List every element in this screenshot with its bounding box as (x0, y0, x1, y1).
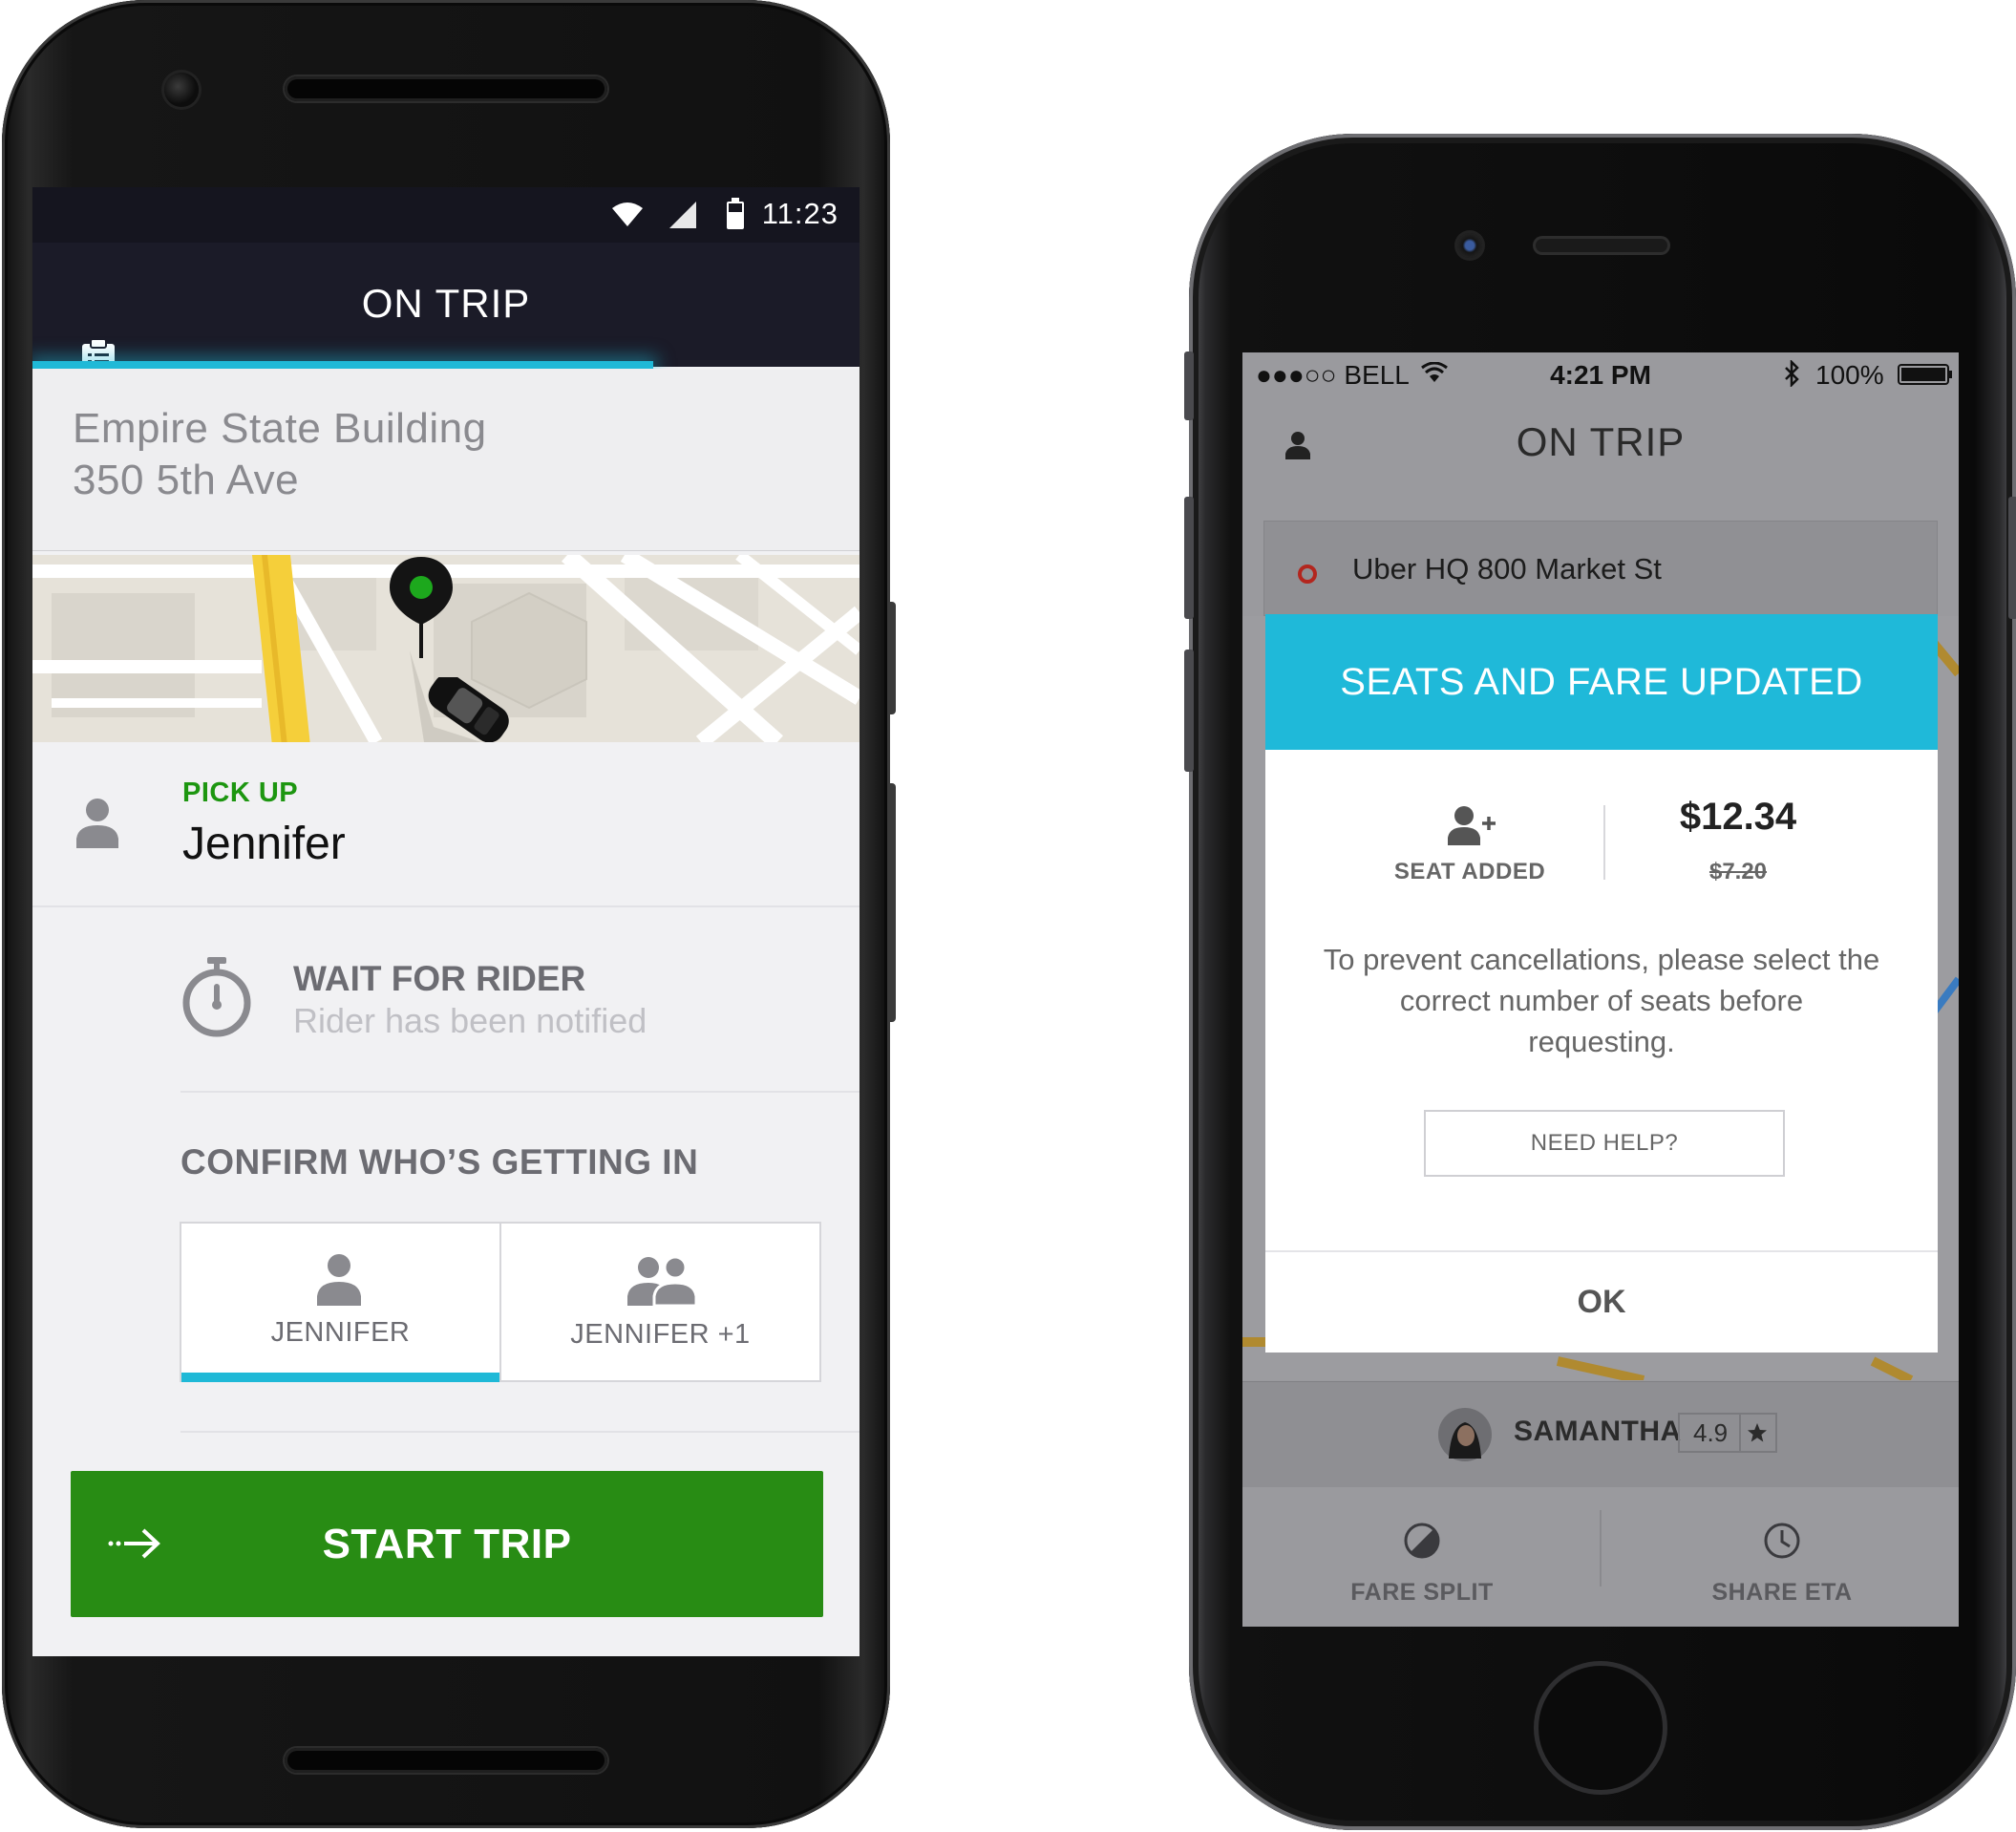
android-screen: 11:23 ON TRIP Empire State Building 350 … (32, 187, 859, 1656)
status-bar: ●●●○○ BELL 4:21 PM 100% (1242, 352, 1959, 394)
android-volume-button (888, 783, 896, 1022)
divider (180, 1431, 859, 1433)
divider (180, 1091, 859, 1093)
fare-split-button[interactable]: FARE SPLIT (1279, 1487, 1565, 1627)
driver-avatar (1438, 1408, 1492, 1461)
battery-percent: 100% (1815, 360, 1884, 390)
rating-value: 4.9 (1693, 1418, 1729, 1447)
option-jennifer-plus-one[interactable]: JENNIFER +1 (499, 1222, 821, 1382)
top-speaker (285, 76, 607, 101)
selected-indicator (181, 1373, 499, 1382)
power-button (2008, 497, 2016, 619)
destination-panel[interactable]: Empire State Building 350 5th Ave (32, 369, 859, 551)
page-title: ON TRIP (361, 281, 531, 326)
front-camera (1457, 233, 1482, 258)
trip-progress-bar (32, 361, 653, 369)
pickup-section[interactable]: PICK UP Jennifer (32, 743, 859, 907)
stopwatch-icon (182, 957, 251, 1037)
pickup-pin-icon (390, 557, 453, 658)
start-trip-button[interactable]: START TRIP (71, 1471, 823, 1617)
need-help-button[interactable]: NEED HELP? (1424, 1110, 1785, 1177)
app-header: ON TRIP (32, 243, 859, 378)
new-price: $12.34 (1679, 796, 1797, 838)
share-eta-button[interactable]: SHARE ETA (1639, 1487, 1925, 1627)
fare-updated-dialog: SEATS AND FARE UPDATED SEAT ADDED $12.34… (1265, 614, 1938, 1353)
volume-up-button (1184, 497, 1194, 619)
clock-icon (1764, 1523, 1800, 1559)
start-trip-label: START TRIP (322, 1521, 572, 1567)
wifi-icon (612, 202, 643, 226)
destination-card[interactable]: Uber HQ 800 Market St (1263, 521, 1938, 616)
battery-icon (727, 198, 744, 229)
signal-icon (669, 202, 696, 228)
dialog-message: To prevent cancellations, please select … (1323, 943, 1880, 1058)
confirm-heading: CONFIRM WHO’S GETTING IN (180, 1142, 699, 1182)
seat-added-label: SEAT ADDED (1393, 859, 1546, 884)
driver-rating-badge: 4.9 (1678, 1413, 1777, 1453)
single-person-icon (317, 1254, 361, 1306)
wait-title: WAIT FOR RIDER (293, 959, 586, 998)
volume-down-button (1184, 650, 1194, 772)
star-icon (1748, 1423, 1767, 1442)
home-button[interactable] (1534, 1661, 1667, 1795)
two-people-icon (627, 1255, 698, 1308)
option-jennifer[interactable]: JENNIFER (180, 1222, 501, 1382)
bluetooth-icon (1785, 360, 1799, 387)
destination-address: Uber HQ 800 Market St (1352, 552, 1662, 586)
bottom-speaker (285, 1748, 607, 1773)
wait-subtitle: Rider has been notified (293, 1001, 647, 1040)
android-power-button (888, 602, 896, 714)
dialog-title: SEATS AND FARE UPDATED (1265, 614, 1938, 750)
fare-split-label: FARE SPLIT (1350, 1579, 1494, 1606)
nav-bar: ON TRIP (1242, 394, 1959, 490)
pickup-label: PICK UP (182, 778, 299, 808)
driver-name: SAMANTHA (1514, 1416, 1682, 1447)
bottom-actions: FARE SPLIT SHARE ETA (1242, 1487, 1959, 1627)
ok-button[interactable]: OK (1265, 1252, 1938, 1353)
divider (1600, 1510, 1602, 1587)
mute-switch (1184, 351, 1194, 420)
rider-avatar-icon (76, 799, 118, 848)
front-camera (164, 73, 199, 107)
map-view[interactable] (32, 555, 859, 742)
option-label: JENNIFER +1 (570, 1319, 751, 1350)
rider-name: Jennifer (182, 819, 346, 869)
earpiece-speaker (1536, 239, 1667, 252)
add-person-icon (1448, 806, 1496, 845)
divider (1739, 1415, 1741, 1451)
old-price: $7.20 (1708, 859, 1768, 884)
destination-address: 350 5th Ave (73, 457, 300, 503)
iphone-screen: ●●●○○ BELL 4:21 PM 100% ON TRIP Uber HQ … (1242, 352, 1959, 1627)
driver-bar[interactable]: SAMANTHA 4.9 (1242, 1381, 1959, 1488)
option-label: JENNIFER (270, 1317, 411, 1348)
car-icon (428, 677, 509, 742)
divider (1603, 805, 1605, 880)
status-time: 11:23 (761, 197, 838, 230)
status-bar: 11:23 (32, 187, 859, 243)
destination-name: Empire State Building (73, 405, 487, 452)
fare-split-icon (1404, 1523, 1440, 1559)
destination-dot-icon (1298, 565, 1317, 584)
share-eta-label: SHARE ETA (1711, 1579, 1853, 1606)
battery-icon (1898, 364, 1952, 385)
page-title: ON TRIP (1516, 419, 1686, 464)
